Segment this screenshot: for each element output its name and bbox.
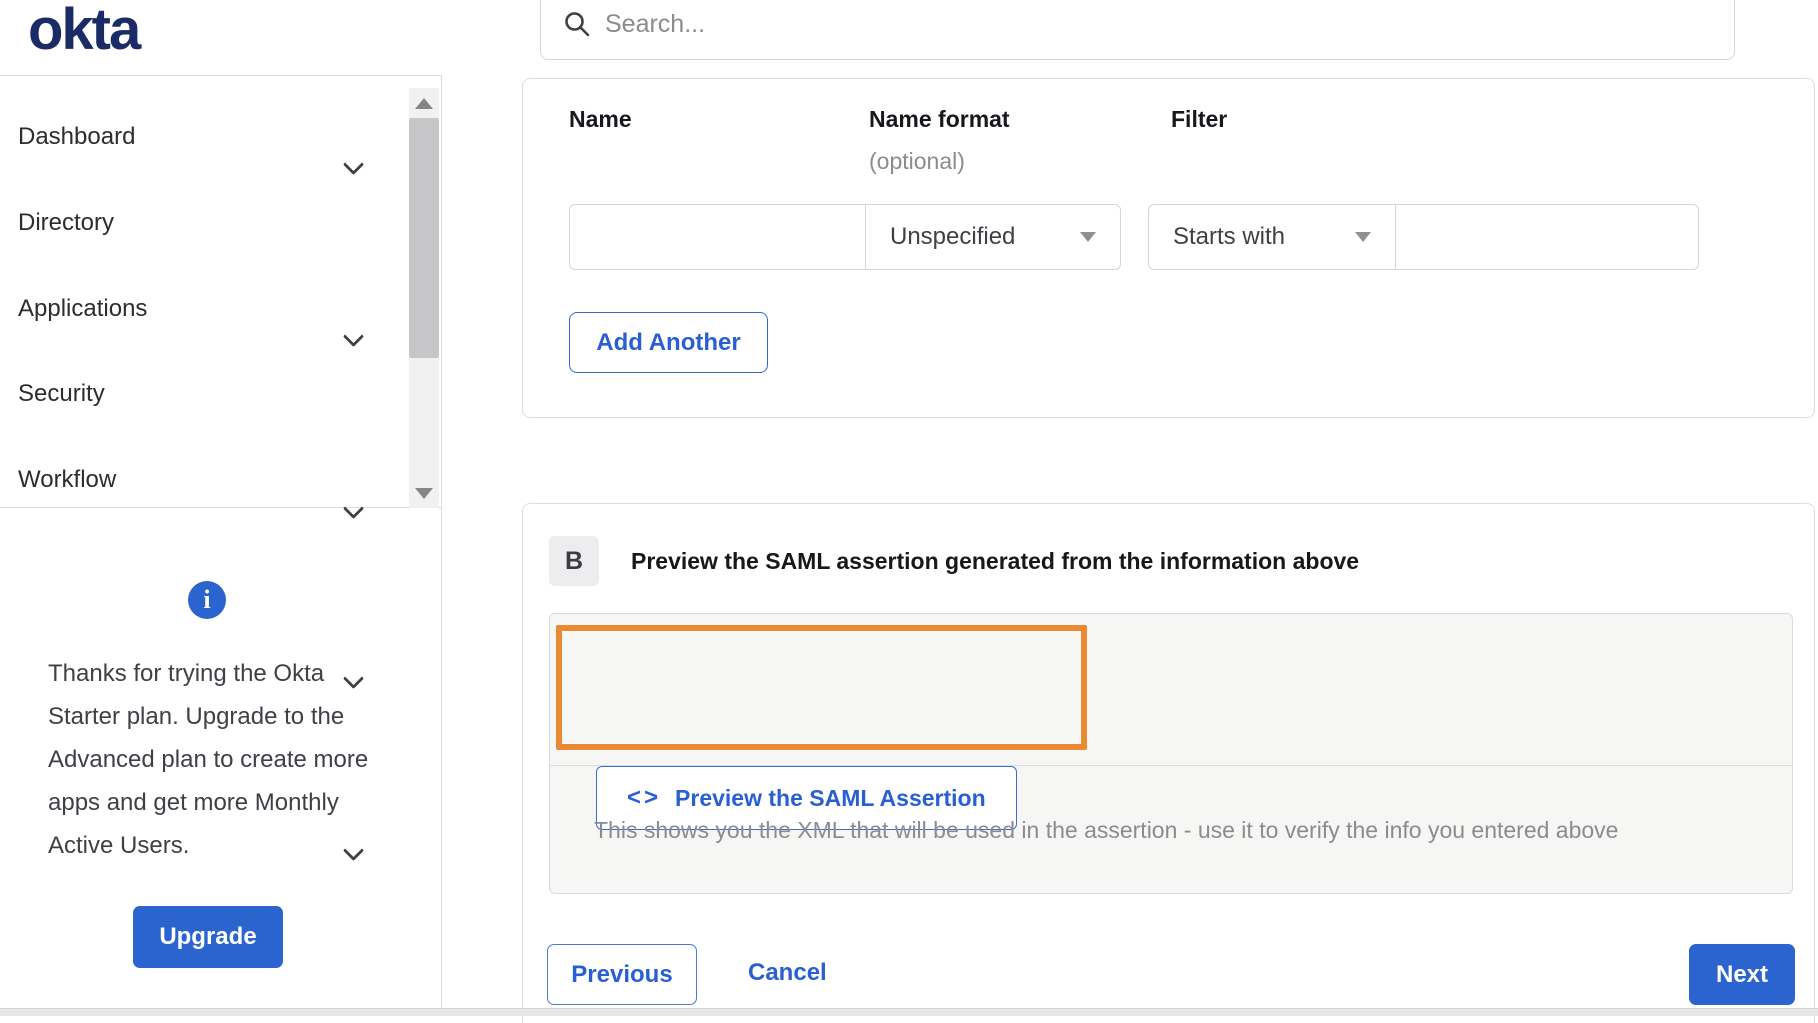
sidebar-scrollbar[interactable] — [409, 88, 439, 508]
name-format-select[interactable]: Unspecified — [866, 204, 1121, 270]
filter-operator-select[interactable]: Starts with — [1148, 204, 1396, 270]
search-input[interactable] — [605, 9, 1605, 39]
sidebar-item-label: Security — [18, 380, 105, 407]
sidebar-item-label: Directory — [18, 209, 115, 236]
scroll-up-icon — [415, 97, 433, 109]
sidebar-item-directory[interactable]: Directory — [0, 195, 406, 348]
filter-column-label: Filter — [1171, 106, 1228, 132]
info-icon: i — [188, 581, 226, 619]
preview-panel: <> Preview the SAML Assertion This shows… — [549, 613, 1793, 894]
filter-value-input[interactable] — [1396, 204, 1699, 270]
scroll-down-button[interactable] — [409, 478, 439, 508]
global-search — [540, 0, 1735, 60]
scrollbar-thumb[interactable] — [409, 118, 439, 358]
sidebar-right-border — [441, 75, 442, 1008]
preview-section-heading: Preview the SAML assertion generated fro… — [631, 548, 1360, 574]
attribute-name-input[interactable] — [569, 204, 866, 270]
bottom-edge-strip — [0, 1008, 1818, 1016]
scroll-up-button[interactable] — [409, 88, 439, 118]
preview-description: This shows you the XML that will be used… — [594, 816, 1619, 843]
name-format-optional-hint: (optional) — [869, 148, 965, 174]
preview-assertion-card: B Preview the SAML assertion generated f… — [522, 503, 1815, 1023]
sidebar-item-security[interactable]: Security — [0, 366, 406, 690]
name-column-label: Name — [569, 106, 632, 132]
sidebar-nav: Dashboard Directory Applications Securit… — [0, 76, 441, 862]
sidebar-item-workflow[interactable]: Workflow — [0, 452, 406, 862]
sidebar-item-applications[interactable]: Applications — [0, 281, 406, 520]
name-format-selected-value: Unspecified — [890, 223, 1016, 250]
sidebar-item-dashboard[interactable]: Dashboard — [0, 109, 406, 176]
chevron-down-icon — [342, 153, 365, 176]
okta-logo[interactable]: okta — [28, 0, 141, 63]
dropdown-caret-icon — [1355, 232, 1371, 242]
dropdown-caret-icon — [1080, 232, 1096, 242]
step-badge: B — [549, 536, 599, 586]
previous-button[interactable]: Previous — [547, 944, 697, 1005]
sidebar-item-label: Dashboard — [18, 123, 136, 150]
annotation-highlight-rect — [556, 625, 1087, 750]
filter-operator-selected-value: Starts with — [1173, 223, 1286, 250]
okta-admin-page: okta Dashboard Directory Applications Se… — [0, 0, 1818, 1023]
cancel-link[interactable]: Cancel — [748, 959, 827, 987]
name-format-column-label: Name format — [869, 106, 1010, 132]
sidebar-item-label: Workflow — [18, 466, 117, 493]
scroll-down-icon — [415, 487, 433, 499]
attribute-statements-card: Name Name format (optional) Filter Unspe… — [522, 78, 1815, 418]
add-another-button[interactable]: Add Another — [569, 312, 768, 373]
trial-message: Thanks for trying the Okta Starter plan.… — [48, 660, 369, 859]
sidebar-item-label: Applications — [18, 295, 148, 322]
next-button[interactable]: Next — [1689, 944, 1795, 1005]
upgrade-button[interactable]: Upgrade — [133, 906, 283, 968]
search-icon — [565, 12, 590, 37]
